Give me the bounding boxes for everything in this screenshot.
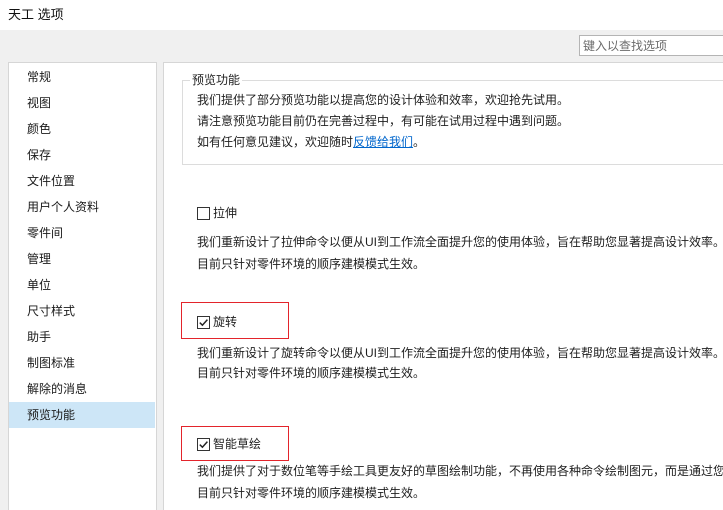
sidebar-item-dismissed-messages[interactable]: 解除的消息 xyxy=(9,376,155,402)
sidebar-item-dimension-style[interactable]: 尺寸样式 xyxy=(9,298,155,324)
sidebar-item-preview-features[interactable]: 预览功能 xyxy=(9,402,155,428)
sidebar-item-helpers[interactable]: 助手 xyxy=(9,324,155,350)
description-line: 目前只针对零件环境的顺序建模模式生效。 xyxy=(197,257,426,271)
checkmark-icon xyxy=(199,441,208,449)
feedback-suffix: 。 xyxy=(413,135,426,149)
sidebar-item-user-profile[interactable]: 用户个人资料 xyxy=(9,194,155,220)
sidebar-item-general[interactable]: 常规 xyxy=(9,64,155,90)
description-line: 目前只针对零件环境的顺序建模模式生效。 xyxy=(197,366,426,380)
preview-features-group: 预览功能 我们提供了部分预览功能以提高您的设计体验和效率，欢迎抢先试用。 请注意… xyxy=(182,72,723,165)
description-line: 我们重新设计了旋转命令以便从UI到工作流全面提升您的使用体验，旨在帮助您显著提高… xyxy=(197,346,723,360)
checkmark-icon xyxy=(199,319,208,327)
sidebar-item-save[interactable]: 保存 xyxy=(9,142,155,168)
description-line: 目前只针对零件环境的顺序建模模式生效。 xyxy=(197,486,426,500)
group-intro: 我们提供了部分预览功能以提高您的设计体验和效率，欢迎抢先试用。 请注意预览功能目… xyxy=(197,90,569,153)
group-legend: 预览功能 xyxy=(190,72,243,88)
intro-line: 我们提供了部分预览功能以提高您的设计体验和效率，欢迎抢先试用。 xyxy=(197,93,570,107)
smart-sketch-checkbox-label[interactable]: 智能草绘 xyxy=(213,436,261,452)
extrude-checkbox[interactable] xyxy=(197,207,210,220)
smart-sketch-description: 我们提供了对于数位笔等手绘工具更友好的草图绘制功能，不再使用各种命令绘制图元，而… xyxy=(197,460,723,504)
description-line: 我们重新设计了拉伸命令以便从UI到工作流全面提升您的使用体验，旨在帮助您显著提高… xyxy=(197,235,723,249)
revolve-checkbox-label[interactable]: 旋转 xyxy=(213,314,237,330)
intro-line: 请注意预览功能目前仍在完善过程中，有可能在试用过程中遇到问题。 xyxy=(197,114,570,128)
search-box[interactable] xyxy=(579,35,723,56)
sidebar-item-view[interactable]: 视图 xyxy=(9,90,155,116)
revolve-checkbox[interactable] xyxy=(197,316,210,329)
sidebar-item-file-locations[interactable]: 文件位置 xyxy=(9,168,155,194)
search-input[interactable] xyxy=(580,36,723,55)
revolve-description: 我们重新设计了旋转命令以便从UI到工作流全面提升您的使用体验，旨在帮助您显著提高… xyxy=(197,343,723,383)
sidebar-item-colors[interactable]: 颜色 xyxy=(9,116,155,142)
feedback-link[interactable]: 反馈给我们 xyxy=(353,135,413,149)
description-line: 我们提供了对于数位笔等手绘工具更友好的草图绘制功能，不再使用各种命令绘制图元，而… xyxy=(197,464,723,478)
feedback-prefix: 如有任何意见建议，欢迎随时 xyxy=(197,135,354,149)
sidebar-item-management[interactable]: 管理 xyxy=(9,246,155,272)
sidebar-item-drawing-standards[interactable]: 制图标准 xyxy=(9,350,155,376)
window-title: 天工 选项 xyxy=(8,7,64,22)
extrude-checkbox-label[interactable]: 拉伸 xyxy=(213,205,237,221)
extrude-description: 我们重新设计了拉伸命令以便从UI到工作流全面提升您的使用体验，旨在帮助您显著提高… xyxy=(197,231,723,275)
options-sidebar: 常规 视图 颜色 保存 文件位置 用户个人资料 零件间 管理 单位 尺寸样式 助… xyxy=(8,62,157,510)
title-bar: 天工 选项 xyxy=(0,0,723,30)
feedback-line: 如有任何意见建议，欢迎随时反馈给我们。 xyxy=(197,132,569,153)
preview-features-panel: 预览功能 我们提供了部分预览功能以提高您的设计体验和效率，欢迎抢先试用。 请注意… xyxy=(163,62,723,510)
sidebar-item-units[interactable]: 单位 xyxy=(9,272,155,298)
smart-sketch-checkbox[interactable] xyxy=(197,438,210,451)
sidebar-item-inter-part[interactable]: 零件间 xyxy=(9,220,155,246)
